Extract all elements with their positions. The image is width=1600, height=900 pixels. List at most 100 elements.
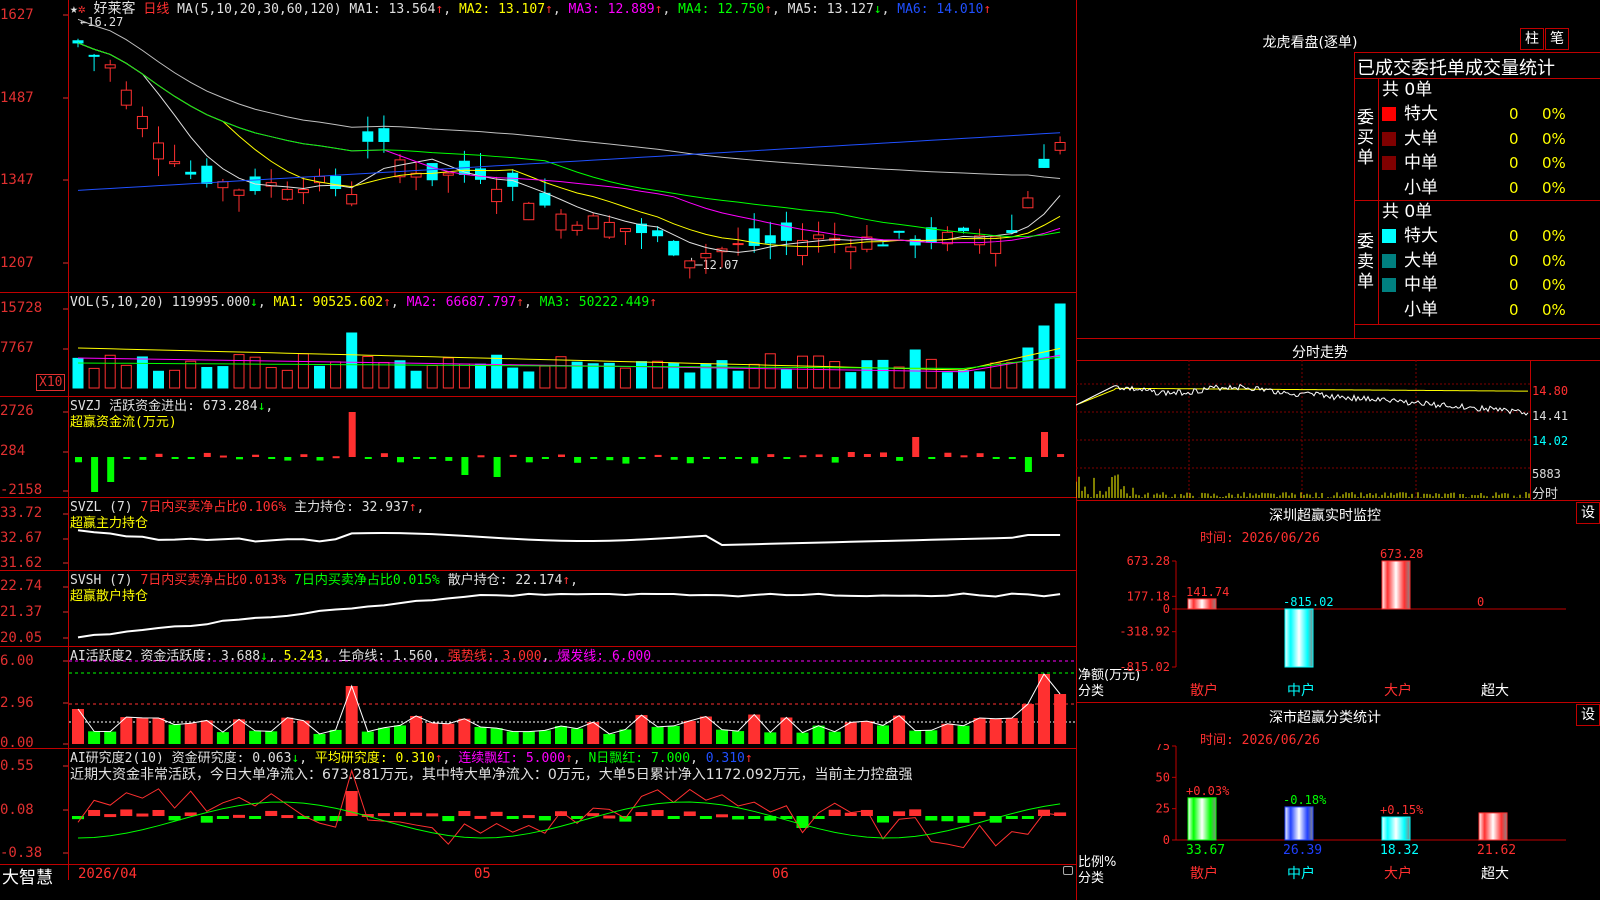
flow-bar: [960, 455, 968, 458]
category-label: 大户: [1384, 865, 1412, 882]
activity-bar: [860, 721, 873, 744]
volume-bar: [201, 366, 213, 389]
row-name: 特大: [1404, 104, 1438, 124]
flow-bar: [300, 454, 308, 457]
candle: [845, 246, 857, 253]
research-bar: [587, 813, 600, 817]
flow-bar: [316, 457, 324, 461]
candle: [233, 189, 245, 196]
research-bar: [973, 811, 986, 816]
candle: [346, 194, 358, 205]
activity-bar: [619, 729, 632, 744]
chart-tick-label: 673.28: [1127, 554, 1170, 568]
row-name: 大单: [1404, 250, 1438, 271]
research-bar: [635, 812, 648, 816]
candle: [958, 227, 969, 232]
research-bar: [941, 816, 954, 822]
candle: [1054, 141, 1066, 151]
x-label-2: 05: [474, 866, 491, 882]
category-label: 超大: [1481, 866, 1509, 882]
activity-bar: [313, 733, 326, 744]
fenshi-vol: 5883: [1532, 467, 1561, 481]
lock-icon[interactable]: [1063, 866, 1073, 875]
candle: [764, 235, 776, 244]
flow-bar: [670, 457, 678, 460]
candle: [201, 165, 213, 184]
candle: [941, 231, 953, 245]
volume-bar: [475, 363, 486, 389]
activity-bar: [925, 730, 938, 744]
volume-bar: [217, 366, 229, 389]
research-bar: [249, 816, 262, 819]
bar-mode-button[interactable]: 柱: [1520, 28, 1544, 50]
category-label: 散户: [1190, 865, 1218, 882]
row-percent: 0%: [1542, 251, 1566, 270]
activity-bar: [216, 732, 229, 744]
monitor-settings-button[interactable]: 设: [1576, 502, 1600, 524]
activity-bar: [249, 730, 262, 744]
flow-bar: [847, 452, 855, 457]
volume-bar: [330, 361, 342, 389]
activity-bar: [603, 733, 616, 744]
activity-bar: [667, 725, 680, 744]
candle: [120, 89, 132, 106]
category-label: 散户: [1190, 682, 1218, 699]
row-percent: 0%: [1542, 154, 1566, 172]
activity-bar: [812, 725, 825, 744]
research-bar: [313, 816, 326, 821]
volume-bar: [619, 367, 631, 389]
flow-bar: [767, 454, 775, 457]
candle: [668, 240, 680, 256]
candle: [652, 230, 664, 237]
tick-mode-button[interactable]: 笔: [1545, 28, 1569, 50]
classify-settings-button[interactable]: 设: [1576, 704, 1600, 726]
candle: [169, 161, 181, 165]
fenshi-chart[interactable]: [1076, 360, 1530, 500]
row-percent: 0%: [1542, 300, 1566, 319]
volume-bar: [523, 371, 535, 389]
row-name: 小单: [1404, 299, 1438, 320]
classify-chart: 75 50 25 0 +0.03% 33.67 散户 -0.18% 26.39 中户 +0.15% 1…: [1156, 744, 1566, 882]
volume-bar: [426, 364, 438, 389]
volume-bar: [458, 363, 470, 389]
flow-bar: [380, 453, 388, 457]
candle: [587, 215, 599, 230]
research-bar: [474, 815, 487, 819]
volume-bar: [88, 367, 100, 389]
volume-bar: [410, 370, 422, 389]
research-bar: [828, 809, 841, 816]
bar-中户: [1284, 806, 1314, 841]
flow-bar: [268, 457, 276, 459]
flow-bar: [171, 457, 179, 459]
bar-散户: [1187, 797, 1217, 841]
research-bar: [909, 809, 922, 816]
bar-value-label: 0: [1477, 595, 1484, 609]
candle: [684, 260, 696, 269]
research-bar: [120, 809, 133, 816]
row-value: 0: [1509, 251, 1519, 270]
research-bar: [442, 816, 455, 822]
bar-value-label: -815.02: [1283, 595, 1334, 609]
flow-bar: [863, 454, 871, 457]
activity-bar: [88, 731, 101, 744]
volume-bar: [136, 356, 148, 389]
volume-bar: [716, 360, 728, 389]
sell-row-4: 小单 0 0%: [1382, 299, 1600, 321]
activity-bar: [265, 731, 278, 744]
buy-total: 共 0单: [1382, 80, 1433, 100]
research-bar: [603, 815, 616, 819]
volume-bar: [314, 365, 325, 389]
research-bar: [216, 816, 229, 819]
row-name: 中单: [1404, 153, 1438, 173]
volume-bar: [813, 355, 825, 389]
research-bar: [877, 816, 889, 823]
research-bar: [329, 816, 342, 822]
activity-bar: [877, 725, 889, 744]
row-name: 大单: [1404, 128, 1438, 149]
activity-bar: [957, 725, 970, 744]
research-bar: [716, 814, 728, 818]
flow-bar: [91, 457, 99, 492]
volume-bar: [1006, 361, 1018, 389]
volume-bar: [281, 369, 293, 389]
candle: [281, 188, 293, 200]
